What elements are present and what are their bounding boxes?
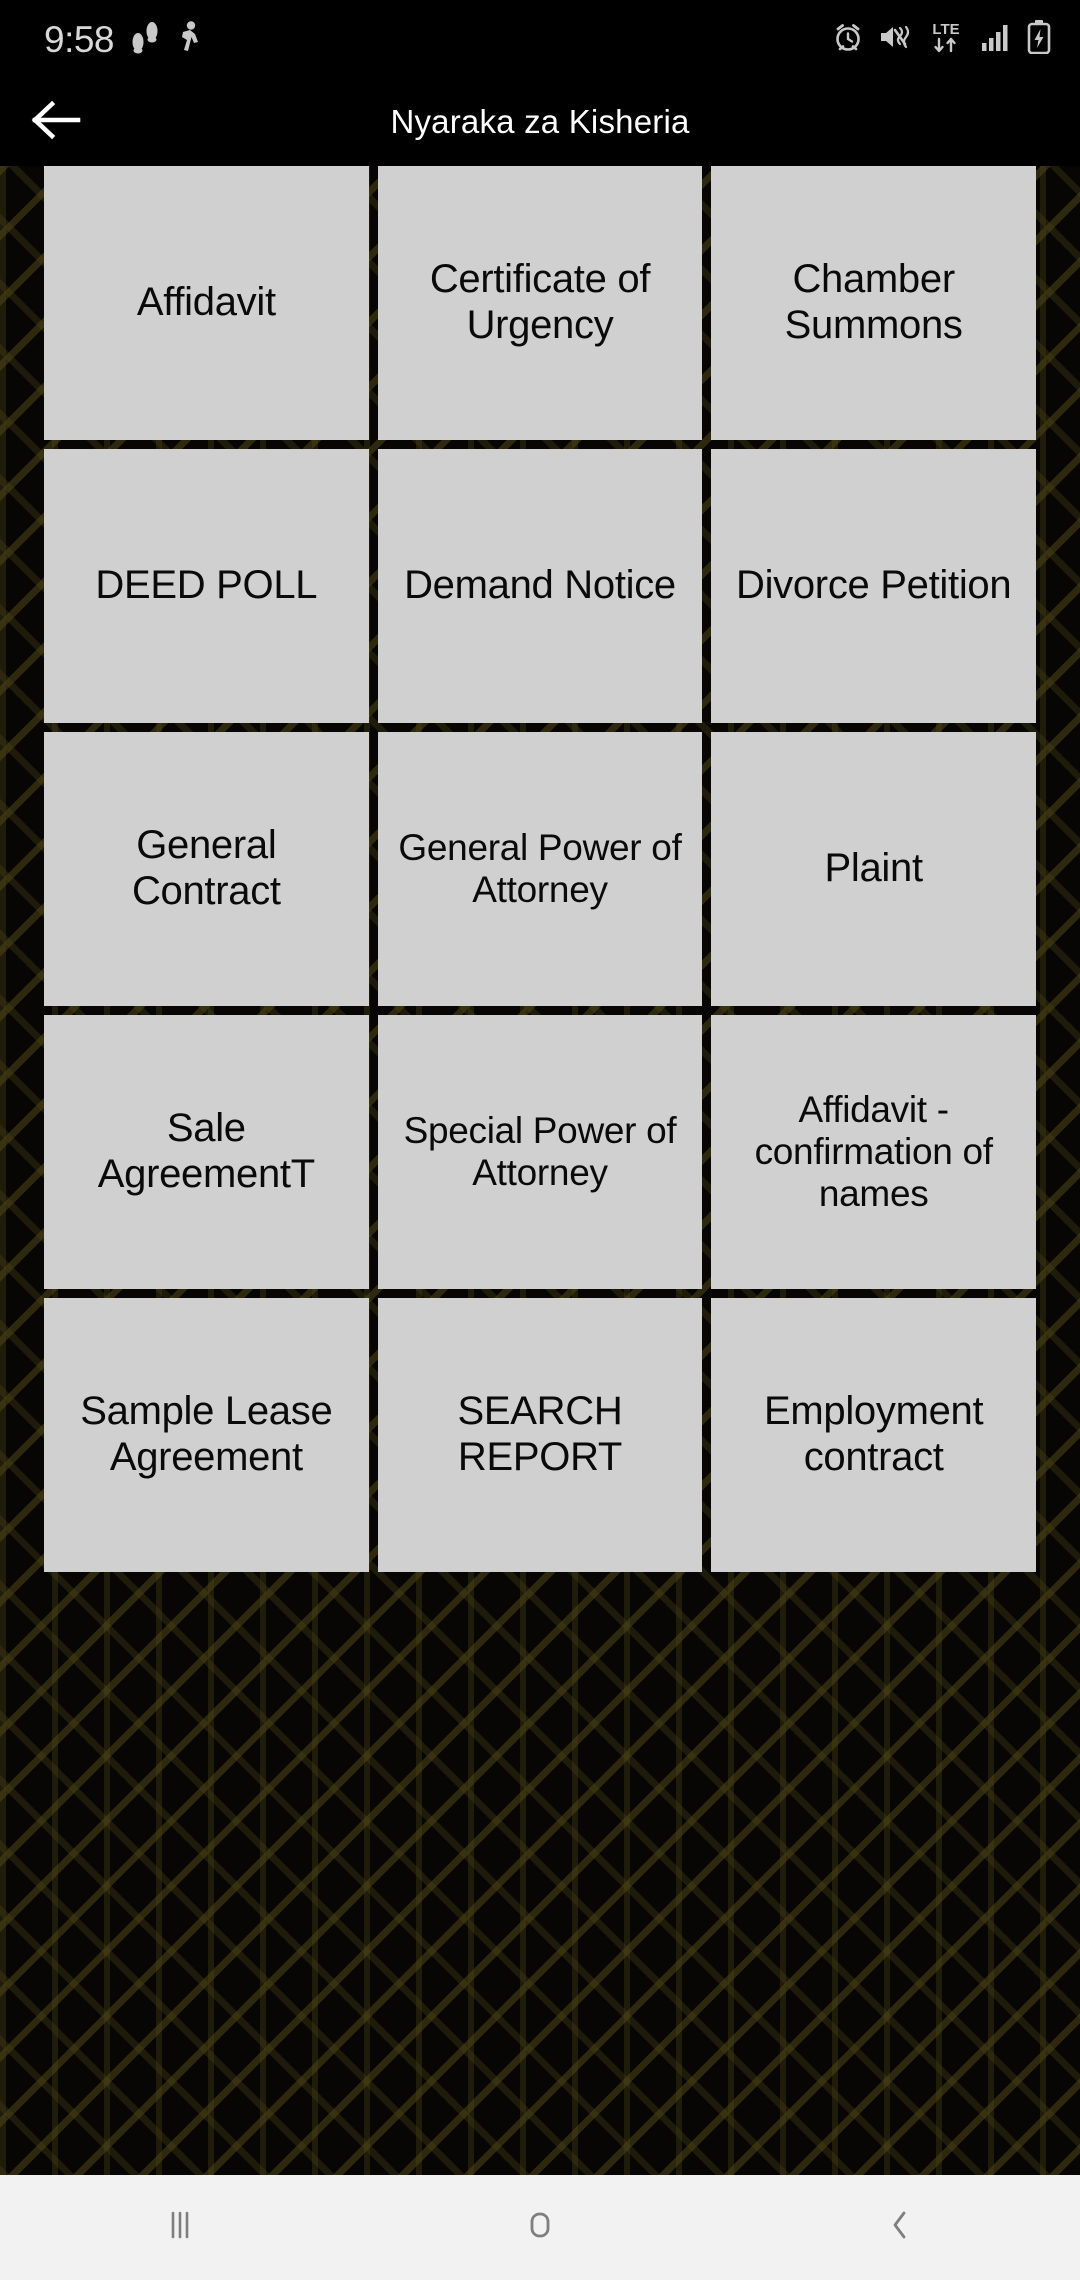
document-tile[interactable]: Sale AgreementT — [44, 1015, 369, 1289]
nav-back-button[interactable] — [810, 2175, 990, 2280]
document-grid: Affidavit Certificate of Urgency Chamber S… — [0, 166, 1080, 2175]
signal-bars-icon — [980, 21, 1012, 58]
sound-mute-vibrate-icon — [878, 21, 912, 58]
document-tile[interactable]: SEARCH REPORT — [377, 1298, 703, 1572]
document-tile-label: Chamber Summons — [784, 257, 963, 347]
document-tile[interactable]: Affidavit - confirmation of names — [711, 1015, 1036, 1289]
document-tile[interactable]: Divorce Petition — [711, 449, 1036, 723]
document-tile-label: Affidavit — [136, 280, 276, 325]
document-tile-label: Sale AgreementT — [97, 1106, 315, 1196]
document-tile-label: SEARCH REPORT — [457, 1389, 623, 1479]
page-title: Nyaraka za Kisheria — [390, 103, 690, 140]
document-tile[interactable]: DEED POLL — [44, 449, 369, 723]
document-tile-label: Plaint — [824, 846, 924, 891]
document-tile-label: Demand Notice — [404, 563, 676, 608]
document-tile[interactable]: Sample Lease Agreement — [44, 1298, 369, 1572]
nav-recents-button[interactable] — [90, 2175, 270, 2280]
status-bar-left: 9:58 — [44, 20, 204, 59]
document-tile-label: Sample Lease Agreement — [80, 1389, 333, 1479]
document-tile[interactable]: Chamber Summons — [711, 166, 1036, 440]
lte-label: LTE — [932, 21, 959, 38]
document-tile-label: Divorce Petition — [735, 563, 1012, 608]
document-tile-label: Certificate of Urgency — [429, 257, 651, 347]
document-tile[interactable]: General Power of Attorney — [377, 732, 703, 1006]
phone-screen: 9:58 LTE Nyaraka za Kisheria Affidavit C… — [0, 0, 1080, 2280]
document-tile-label: General Contract — [131, 823, 281, 913]
back-navigation-button[interactable] — [8, 78, 104, 166]
document-tile[interactable]: Special Power of Attorney — [377, 1015, 703, 1289]
status-bar: 9:58 LTE — [0, 0, 1080, 78]
footsteps-icon — [130, 20, 160, 59]
arrow-left-icon — [30, 99, 82, 146]
document-tile[interactable]: Affidavit — [44, 166, 369, 440]
activity-person-icon — [176, 20, 204, 59]
nav-home-button[interactable] — [450, 2175, 630, 2280]
document-tile-label: General Power of Attorney — [398, 826, 682, 910]
document-tile[interactable]: General Contract — [44, 732, 369, 1006]
content-area: Affidavit Certificate of Urgency Chamber S… — [0, 166, 1080, 2175]
document-tile-label: Affidavit - confirmation of names — [754, 1088, 993, 1215]
home-icon — [518, 2203, 562, 2252]
document-tile-label: DEED POLL — [95, 563, 318, 608]
app-bar: Nyaraka za Kisheria — [0, 78, 1080, 166]
back-icon — [878, 2203, 922, 2252]
lte-data-icon: LTE — [926, 19, 966, 60]
status-clock: 9:58 — [44, 18, 115, 60]
document-tile[interactable]: Employment contract — [711, 1298, 1036, 1572]
document-tile[interactable]: Demand Notice — [377, 449, 703, 723]
document-tile-label: Special Power of Attorney — [403, 1109, 677, 1193]
status-bar-right: LTE — [832, 19, 1052, 60]
recents-icon — [158, 2203, 202, 2252]
battery-charging-icon — [1026, 19, 1052, 59]
system-navigation-bar — [0, 2175, 1080, 2280]
alarm-clock-icon — [832, 21, 864, 58]
document-tile-label: Employment contract — [764, 1389, 984, 1479]
document-tile[interactable]: Certificate of Urgency — [377, 166, 703, 440]
document-tile[interactable]: Plaint — [711, 732, 1036, 1006]
